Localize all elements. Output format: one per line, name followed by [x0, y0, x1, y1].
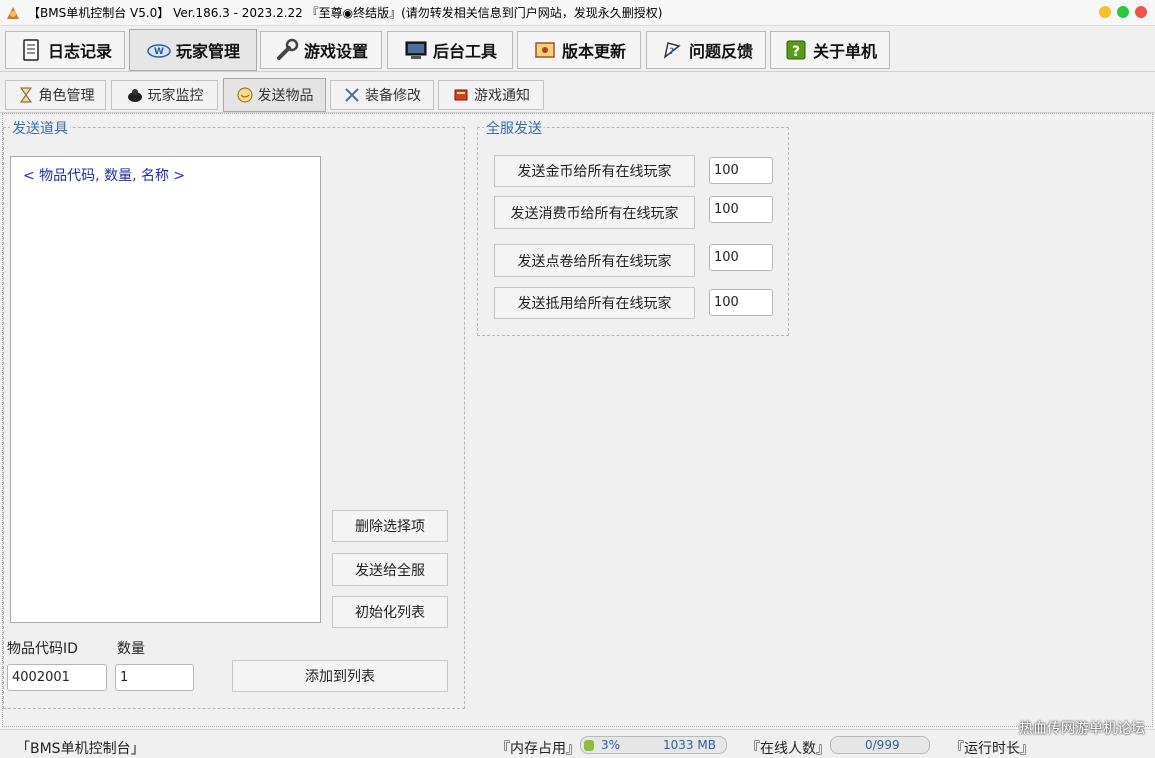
notice-icon [454, 89, 468, 101]
player-icon: W [147, 44, 171, 58]
memory-label: 『内存占用』 [496, 741, 580, 757]
send-voucher-button[interactable]: 发送抵用给所有在线玩家 [494, 287, 695, 319]
gift-icon [237, 87, 252, 103]
subtab-label: 角色管理 [38, 88, 95, 104]
server-send-group: 全服发送 发送金币给所有在线玩家 100 发送消费币给所有在线玩家 100 发送… [477, 118, 789, 336]
close-button[interactable] [1135, 6, 1147, 18]
subtab-game-notice[interactable]: 游戏通知 [438, 80, 544, 110]
item-list[interactable]: < 物品代码, 数量, 名称 > [10, 156, 321, 623]
tab-label: 关于单机 [812, 42, 877, 61]
window-title: 【BMS单机控制台 V5.0】 Ver.186.3 - 2023.2.22 『至… [28, 6, 663, 20]
hourglass-icon [19, 87, 32, 103]
tab-label: 日志记录 [47, 42, 112, 61]
subtab-label: 游戏通知 [474, 88, 530, 104]
group-title: 全服发送 [484, 118, 544, 138]
sub-tab-strip: 角色管理 玩家监控 发送物品 装备修改 游戏通知 [0, 73, 1155, 113]
app-icon [7, 6, 19, 19]
group-title: 发送道具 [10, 118, 70, 138]
subtab-equipment-edit[interactable]: 装备修改 [330, 80, 434, 110]
svg-text:W: W [154, 47, 164, 57]
status-bar: 「BMS单机控制台」 『内存占用』 3% 1033 MB 『在线人数』 0/99… [0, 722, 1155, 757]
watermark: 热血传网游单机论坛 [1019, 721, 1145, 737]
online-meter: 0/999 [830, 736, 930, 754]
tab-label: 后台工具 [432, 42, 497, 61]
online-label: 『在线人数』 [746, 741, 830, 757]
notebook-icon [23, 39, 39, 61]
main-tab-strip: 日志记录 W 玩家管理 游戏设置 后台工具 版本更新 ? 问题反馈 ? 关于单机 [0, 26, 1155, 72]
tab-label: 版本更新 [561, 42, 626, 61]
svg-text:?: ? [792, 44, 800, 60]
title-bar: 【BMS单机控制台 V5.0】 Ver.186.3 - 2023.2.22 『至… [0, 0, 1155, 26]
points-amount-input[interactable]: 100 [709, 244, 773, 271]
memory-percent: 3% [601, 738, 621, 752]
subtab-label: 发送物品 [257, 88, 314, 104]
wrench-icon [276, 38, 299, 60]
init-list-button[interactable]: 初始化列表 [332, 596, 448, 628]
item-code-label: 物品代码ID [7, 641, 78, 657]
monitor-icon [127, 89, 142, 102]
minimize-button[interactable] [1099, 6, 1111, 18]
send-consume-coin-button[interactable]: 发送消费币给所有在线玩家 [494, 196, 695, 229]
content-panel: 发送道具 < 物品代码, 数量, 名称 > 删除选择项 发送给全服 初始化列表 … [2, 113, 1153, 727]
tab-backend-tools[interactable]: 后台工具 [387, 31, 513, 69]
memory-meter: 3% 1033 MB [580, 736, 727, 754]
subtab-label: 玩家监控 [147, 88, 204, 104]
subtab-role-management[interactable]: 角色管理 [5, 80, 106, 110]
send-gold-button[interactable]: 发送金币给所有在线玩家 [494, 155, 695, 187]
window-controls [1099, 6, 1147, 18]
delete-selected-button[interactable]: 删除选择项 [332, 510, 448, 542]
help-icon: ? [786, 40, 806, 60]
list-header: < 物品代码, 数量, 名称 > [23, 168, 186, 184]
tab-label: 游戏设置 [303, 42, 368, 61]
tab-player-management[interactable]: W 玩家管理 [129, 29, 257, 71]
app-name-status: 「BMS单机控制台」 [16, 741, 145, 757]
tab-label: 问题反馈 [688, 42, 753, 61]
voucher-amount-input[interactable]: 100 [709, 289, 773, 316]
send-to-server-button[interactable]: 发送给全服 [332, 553, 448, 586]
quantity-label: 数量 [117, 641, 145, 657]
svg-text:?: ? [669, 47, 674, 57]
subtab-label: 装备修改 [365, 88, 421, 104]
send-items-group: 发送道具 < 物品代码, 数量, 名称 > 删除选择项 发送给全服 初始化列表 … [3, 118, 465, 709]
tab-version-update[interactable]: 版本更新 [517, 31, 641, 69]
tab-about[interactable]: ? 关于单机 [770, 31, 890, 69]
tab-log[interactable]: 日志记录 [5, 31, 125, 69]
send-points-button[interactable]: 发送点卷给所有在线玩家 [494, 244, 695, 277]
feedback-icon: ? [663, 42, 681, 59]
tab-game-settings[interactable]: 游戏设置 [260, 31, 382, 69]
tab-feedback[interactable]: ? 问题反馈 [646, 31, 766, 69]
maximize-button[interactable] [1117, 6, 1129, 18]
consume-coin-amount-input[interactable]: 100 [709, 196, 773, 223]
gold-amount-input[interactable]: 100 [709, 157, 773, 184]
scroll-icon [535, 42, 555, 58]
quantity-input[interactable]: 1 [115, 664, 194, 691]
tab-label: 玩家管理 [175, 42, 240, 61]
gear-icon [345, 88, 359, 102]
computer-icon [405, 41, 427, 59]
subtab-player-monitor[interactable]: 玩家监控 [111, 80, 218, 110]
add-to-list-button[interactable]: 添加到列表 [232, 660, 448, 692]
memory-value: 1033 MB [663, 738, 716, 752]
memory-fill [584, 740, 594, 751]
online-value: 0/999 [865, 738, 900, 752]
runtime-label: 『运行时长』 [950, 741, 1034, 757]
subtab-send-items[interactable]: 发送物品 [223, 78, 326, 112]
item-code-input[interactable]: 4002001 [7, 664, 107, 691]
